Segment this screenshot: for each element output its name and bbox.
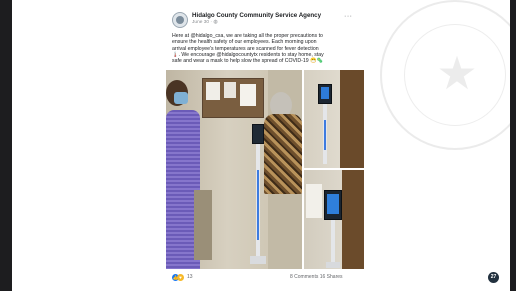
slide-number-badge: 27	[488, 272, 499, 283]
scanner-base	[326, 262, 340, 268]
photo-main[interactable]	[166, 70, 302, 269]
comments-shares-count[interactable]: 8 Comments 16 Shares	[290, 274, 343, 281]
scanner-light	[257, 170, 259, 240]
wood-door	[340, 70, 364, 168]
photo-grid[interactable]	[166, 70, 364, 269]
caption-line: safe and wear a mask to help slow the sp…	[172, 58, 324, 65]
posted-paper	[240, 84, 256, 106]
more-options-button[interactable]: ···	[344, 13, 353, 20]
scanner-base	[250, 256, 266, 264]
post-caption: Here at @hidalgo_csa, we are taking all …	[172, 33, 358, 64]
post-meta: June 30 · ◍	[192, 20, 218, 25]
reaction-count: 13	[187, 274, 193, 280]
page-name[interactable]: Hidalgo County Community Service Agency	[192, 12, 321, 19]
star-icon: ★	[436, 46, 478, 100]
agency-logo-icon	[176, 16, 184, 24]
thermal-scanner-screen	[252, 124, 264, 144]
scanner-display	[321, 87, 329, 99]
scanner-display	[327, 194, 339, 214]
posted-paper	[224, 82, 236, 98]
globe-icon: ◍	[213, 20, 218, 25]
page-avatar[interactable]	[172, 12, 188, 28]
photo-bottom-right[interactable]	[304, 170, 364, 269]
posted-paper	[206, 82, 220, 100]
person-patterned-shirt	[264, 114, 302, 194]
social-post-card: Hidalgo County Community Service Agency …	[166, 8, 364, 287]
wall-shadow	[194, 190, 212, 260]
posted-paper	[306, 184, 322, 218]
wood-door	[342, 170, 364, 269]
photo-top-right[interactable]	[304, 70, 364, 168]
scanner-light	[324, 120, 326, 150]
scanner-stand	[331, 220, 335, 266]
face-mask	[174, 92, 188, 104]
care-reaction-icon: ♥	[177, 274, 184, 281]
post-date[interactable]: June 30 ·	[192, 20, 213, 25]
